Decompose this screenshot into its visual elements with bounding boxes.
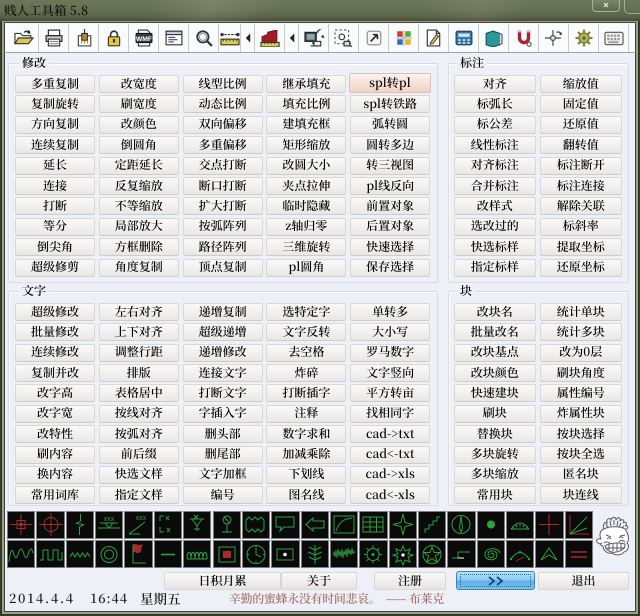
svg-text:xxx: xxx [104,516,115,523]
svg-text:WMF: WMF [135,36,151,43]
svg-text:xxx: xxx [135,515,146,522]
